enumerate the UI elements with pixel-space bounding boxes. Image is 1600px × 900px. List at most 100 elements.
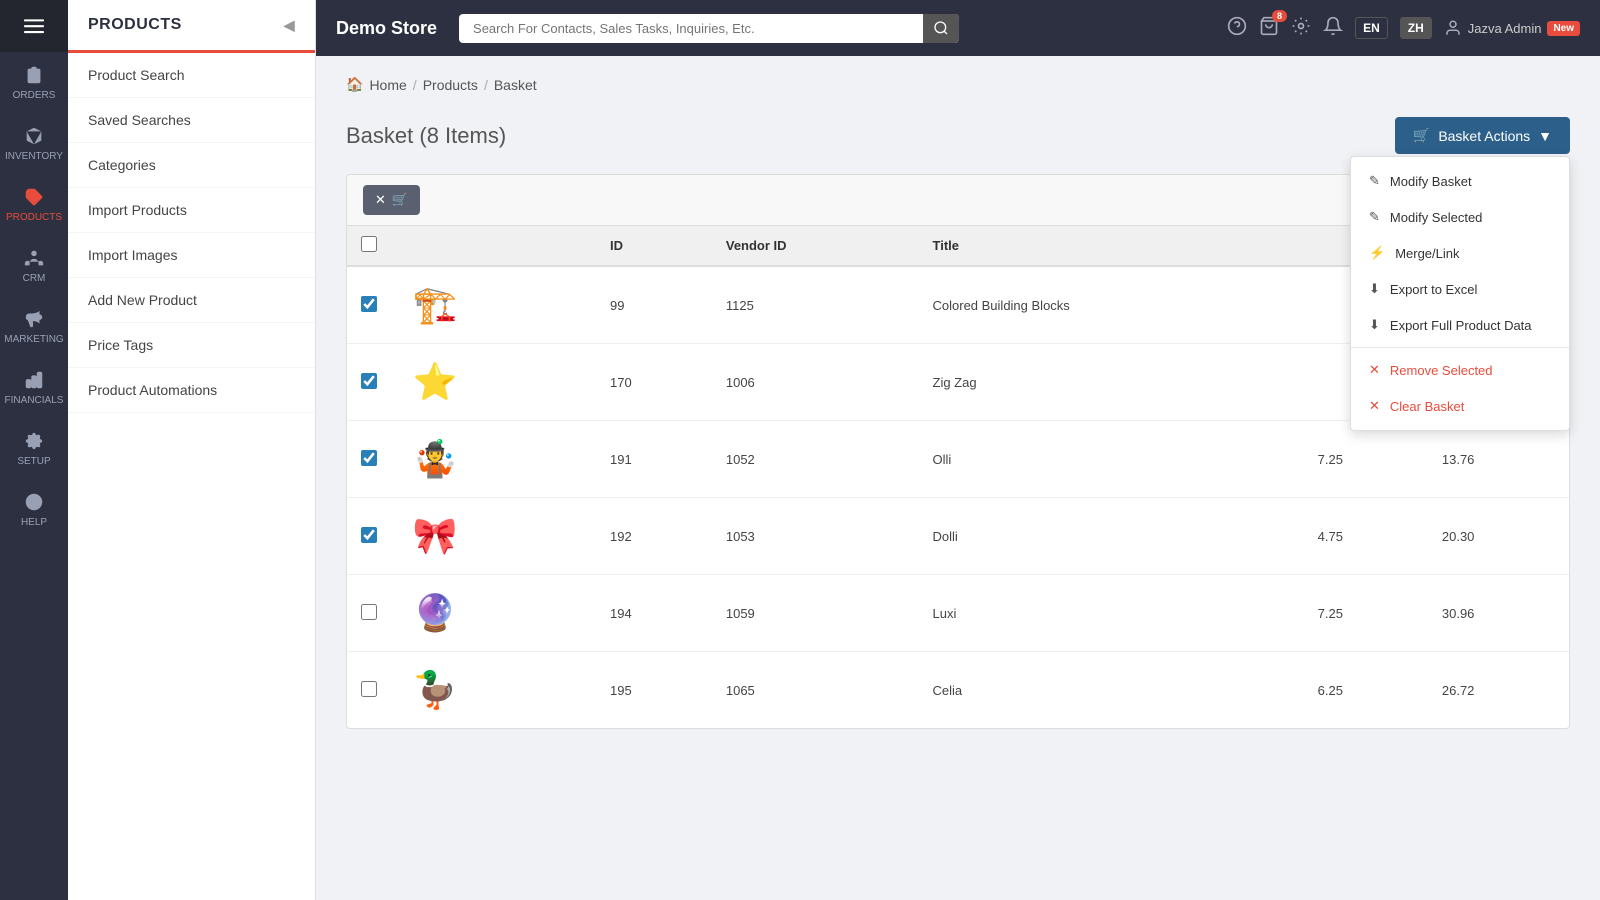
breadcrumb: 🏠 Home / Products / Basket xyxy=(346,76,1570,93)
sidebar-item-product-search[interactable]: Product Search xyxy=(68,53,315,98)
dropdown-divider xyxy=(1351,347,1569,348)
sidebar-item-product-automations[interactable]: Product Automations xyxy=(68,368,315,413)
row-id: 191 xyxy=(596,421,712,498)
select-all-checkbox[interactable] xyxy=(361,236,377,252)
row-image: 🔮 xyxy=(391,575,596,652)
row-checkbox[interactable] xyxy=(361,604,377,620)
dropdown-item-clear-basket[interactable]: ✕ Clear Basket xyxy=(1351,388,1569,424)
row-vendor-id: 1053 xyxy=(712,498,919,575)
row-col6: 13.76 xyxy=(1428,421,1569,498)
main-area: Demo Store 8 EN ZH xyxy=(316,0,1600,900)
search-container xyxy=(459,14,959,43)
lang-zh-button[interactable]: ZH xyxy=(1400,17,1432,39)
row-checkbox-cell xyxy=(347,498,391,575)
sidebar-item-orders[interactable]: ORDERS xyxy=(0,52,68,113)
sidebar-item-inventory[interactable]: INVENTORY xyxy=(0,113,68,174)
sidebar-item-setup[interactable]: SETUP xyxy=(0,418,68,479)
row-id: 170 xyxy=(596,344,712,421)
breadcrumb-home[interactable]: Home xyxy=(369,77,406,93)
row-col5: 6.25 xyxy=(1304,652,1428,729)
row-checkbox-cell xyxy=(347,421,391,498)
sidebar-item-marketing[interactable]: MARKETING xyxy=(0,296,68,357)
header-vendor-id: Vendor ID xyxy=(712,226,919,266)
cart-icon-small: 🛒 xyxy=(392,192,408,208)
clear-button[interactable]: ✕ 🛒 xyxy=(363,185,420,215)
sidebar-item-crm[interactable]: CRM xyxy=(0,235,68,296)
row-col6: 26.72 xyxy=(1428,652,1569,729)
row-col5: 7.25 xyxy=(1304,421,1428,498)
new-badge: New xyxy=(1547,21,1580,36)
sidebar-collapse-icon[interactable]: ◀ xyxy=(284,17,295,34)
row-title: Celia xyxy=(919,652,1304,729)
user-menu[interactable]: Jazva Admin New xyxy=(1444,19,1580,37)
sidebar-item-products[interactable]: PRODUCTS xyxy=(0,174,68,235)
remove-selected-icon: ✕ xyxy=(1369,362,1380,378)
user-name: Jazva Admin xyxy=(1468,21,1542,36)
modify-basket-icon: ✎ xyxy=(1369,173,1380,189)
modify-selected-icon: ✎ xyxy=(1369,209,1380,225)
dropdown-item-merge-link[interactable]: ⚡ Merge/Link xyxy=(1351,235,1569,271)
search-input[interactable] xyxy=(459,14,959,43)
header-title: Title xyxy=(919,226,1304,266)
clear-icon: ✕ xyxy=(375,192,386,208)
row-vendor-id: 1059 xyxy=(712,575,919,652)
dropdown-item-modify-basket[interactable]: ✎ Modify Basket xyxy=(1351,163,1569,199)
row-id: 194 xyxy=(596,575,712,652)
header-id: ID xyxy=(596,226,712,266)
row-col5: 4.75 xyxy=(1304,498,1428,575)
row-checkbox-cell xyxy=(347,344,391,421)
toolbar-actions: ✕ 🛒 xyxy=(363,185,420,215)
breadcrumb-current: Basket xyxy=(494,77,537,93)
row-title: Zig Zag xyxy=(919,344,1304,421)
row-checkbox-cell xyxy=(347,652,391,729)
breadcrumb-products[interactable]: Products xyxy=(423,77,478,93)
row-col5: 7.25 xyxy=(1304,575,1428,652)
topbar: Demo Store 8 EN ZH xyxy=(316,0,1600,56)
dropdown-item-export-full[interactable]: ⬇ Export Full Product Data xyxy=(1351,307,1569,343)
table-row: 🤹1911052Olli7.2513.76 xyxy=(347,421,1569,498)
cart-icon-button[interactable]: 8 xyxy=(1259,16,1279,41)
row-vendor-id: 1006 xyxy=(712,344,919,421)
dropdown-item-export-excel[interactable]: ⬇ Export to Excel xyxy=(1351,271,1569,307)
row-checkbox[interactable] xyxy=(361,373,377,389)
export-full-icon: ⬇ xyxy=(1369,317,1380,333)
row-vendor-id: 1065 xyxy=(712,652,919,729)
sidebar-item-help[interactable]: HELP xyxy=(0,479,68,540)
row-image: 🤹 xyxy=(391,421,596,498)
bell-icon-button[interactable] xyxy=(1323,16,1343,41)
row-checkbox[interactable] xyxy=(361,450,377,466)
lang-en-button[interactable]: EN xyxy=(1355,17,1388,39)
sidebar-item-import-products[interactable]: Import Products xyxy=(68,188,315,233)
sidebar-item-categories[interactable]: Categories xyxy=(68,143,315,188)
basket-actions-button[interactable]: 🛒 Basket Actions ▼ xyxy=(1395,117,1570,154)
products-sidebar-header: PRODUCTS ◀ xyxy=(68,0,315,53)
settings-icon-button[interactable] xyxy=(1291,16,1311,41)
sidebar-item-price-tags[interactable]: Price Tags xyxy=(68,323,315,368)
row-checkbox[interactable] xyxy=(361,681,377,697)
page-header: Basket (8 Items) 🛒 Basket Actions ▼ ✎ Mo… xyxy=(346,117,1570,154)
row-checkbox-cell xyxy=(347,575,391,652)
row-checkbox[interactable] xyxy=(361,527,377,543)
search-button[interactable] xyxy=(923,14,959,43)
dropdown-item-remove-selected[interactable]: ✕ Remove Selected xyxy=(1351,352,1569,388)
dropdown-item-modify-selected[interactable]: ✎ Modify Selected xyxy=(1351,199,1569,235)
page-title: Basket (8 Items) xyxy=(346,123,506,149)
sidebar-item-import-images[interactable]: Import Images xyxy=(68,233,315,278)
row-image: 🦆 xyxy=(391,652,596,729)
products-sidebar: PRODUCTS ◀ Product Search Saved Searches… xyxy=(68,0,316,900)
row-checkbox[interactable] xyxy=(361,296,377,312)
row-image: 🏗️ xyxy=(391,266,596,344)
row-vendor-id: 1052 xyxy=(712,421,919,498)
row-id: 99 xyxy=(596,266,712,344)
sidebar-item-add-new-product[interactable]: Add New Product xyxy=(68,278,315,323)
hamburger-button[interactable] xyxy=(0,0,68,52)
sidebar-item-saved-searches[interactable]: Saved Searches xyxy=(68,98,315,143)
sidebar-item-financials[interactable]: FINANCIALS xyxy=(0,357,68,418)
header-checkbox-cell xyxy=(347,226,391,266)
header-image xyxy=(391,226,596,266)
content-area: 🏠 Home / Products / Basket Basket (8 Ite… xyxy=(316,56,1600,900)
clear-basket-icon: ✕ xyxy=(1369,398,1380,414)
help-icon-button[interactable] xyxy=(1227,16,1247,41)
row-col6: 20.30 xyxy=(1428,498,1569,575)
merge-link-icon: ⚡ xyxy=(1369,245,1385,261)
